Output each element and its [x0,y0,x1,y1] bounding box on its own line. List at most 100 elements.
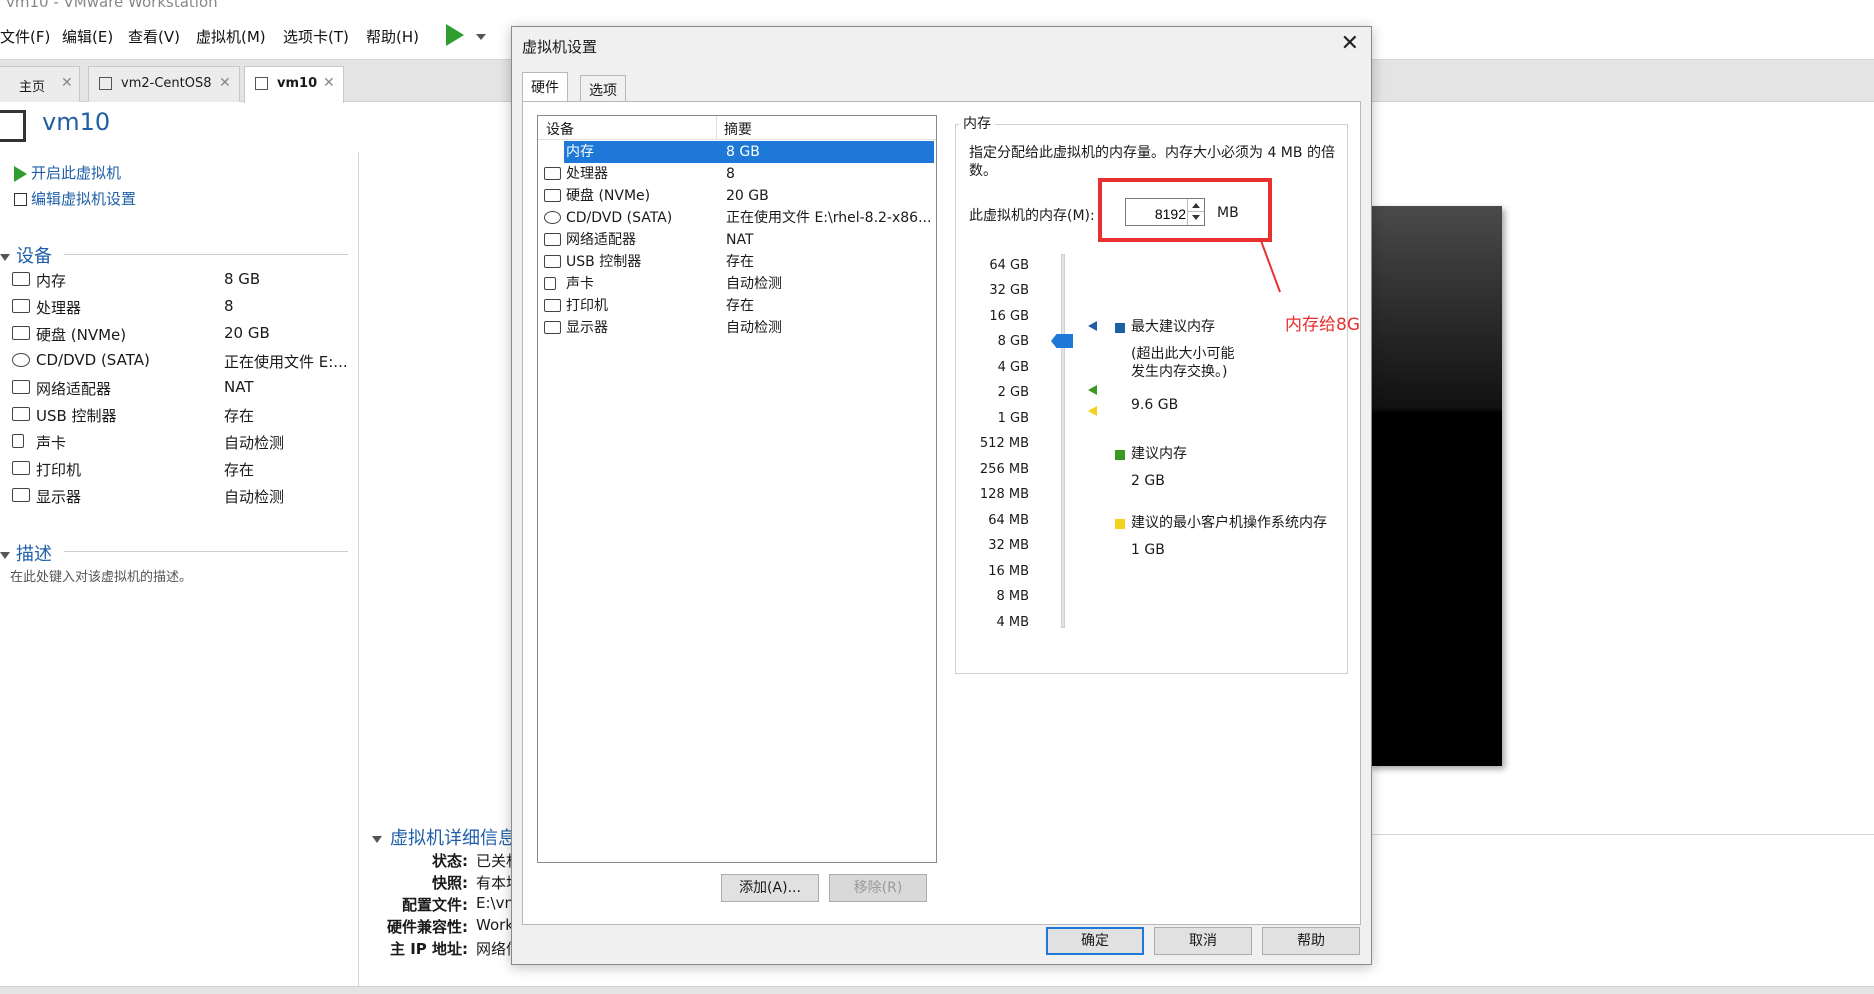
sound-icon [12,434,24,448]
close-icon[interactable]: ✕ [1341,31,1359,56]
description-placeholder[interactable]: 在此处键入对该虚拟机的描述。 [10,566,192,585]
tab-vm10[interactable]: vm10 ✕ [244,66,344,103]
close-icon[interactable]: ✕ [219,75,231,91]
device-value: 存在 [224,407,255,425]
list-row-usb[interactable]: USB 控制器 存在 [540,251,934,273]
scale-label: 4 GB [997,360,1029,375]
device-list[interactable]: 设备 摘要 内存 8 GB 处理器 8 硬盘 (NVMe) 20 GB CD/D… [537,115,937,863]
device-row-display[interactable]: 显示器 自动检测 [12,484,348,508]
max-legend-swatch [1115,323,1125,333]
collapse-icon [372,835,382,843]
menu-file[interactable]: 文件(F) [0,26,50,47]
column-summary[interactable]: 摘要 [724,119,752,139]
device-name: 处理器 [36,299,82,317]
list-row-display[interactable]: 显示器 自动检测 [540,317,934,339]
column-device[interactable]: 设备 [546,119,574,139]
device-name: 内存 [36,272,67,290]
cancel-button[interactable]: 取消 [1154,927,1252,955]
annotation-highlight-box [1098,178,1272,242]
device-list-header: 设备 摘要 [538,116,936,140]
vm-details-header[interactable]: 虚拟机详细信息 [372,824,516,850]
rec-legend-title: 建议内存 [1131,446,1187,462]
menu-vm[interactable]: 虚拟机(M) [196,26,266,47]
menu-help[interactable]: 帮助(H) [366,26,419,47]
devices-section-header[interactable]: 设备 [0,242,348,268]
vm-icon [255,77,268,90]
usb-icon [544,255,561,268]
power-on-vm-link[interactable]: 开启此虚拟机 [14,162,121,183]
list-row-sound[interactable]: 声卡 自动检测 [540,273,934,295]
min-legend-title: 建议的最小客户机操作系统内存 [1131,515,1327,531]
device-row-network[interactable]: 网络适配器 NAT [12,376,348,400]
close-icon[interactable]: ✕ [323,75,335,91]
device-row-printer[interactable]: 打印机 存在 [12,457,348,481]
vm-settings-dialog: 虚拟机设置 ✕ 硬件 选项 设备 摘要 内存 8 GB 处理器 8 硬盘 (NV… [511,26,1372,965]
max-legend-value: 9.6 GB [1131,397,1179,413]
list-row-name: 打印机 [566,298,608,314]
list-row-cpu[interactable]: 处理器 8 [540,163,934,185]
rec-legend-value: 2 GB [1131,473,1165,489]
menu-edit[interactable]: 编辑(E) [62,26,113,47]
list-row-network[interactable]: 网络适配器 NAT [540,229,934,251]
list-row-memory[interactable]: 内存 8 GB [540,141,934,163]
usb-icon [12,407,30,421]
tab-hardware[interactable]: 硬件 [522,72,568,102]
list-row-value: NAT [726,232,754,248]
memory-group-title: 内存 [959,113,995,133]
list-row-value: 20 GB [726,188,769,204]
menu-tabs[interactable]: 选项卡(T) [283,26,349,47]
scale-label: 64 MB [988,513,1029,528]
detail-label: 硬件兼容性: [387,918,468,936]
memory-description: 指定分配给此虚拟机的内存量。内存大小必须为 4 MB 的倍数。 [969,145,1335,179]
vm-icon [99,77,112,90]
status-bar [0,986,1874,994]
scale-label: 32 MB [988,538,1029,553]
scale-label: 16 GB [989,309,1029,324]
device-row-cd[interactable]: CD/DVD (SATA) 正在使用文件 E:... [12,349,348,373]
device-row-memory[interactable]: 内存 8 GB [12,268,348,292]
disk-icon [12,326,30,340]
device-name: 声卡 [36,434,67,452]
cpu-icon [12,299,30,313]
close-icon[interactable]: ✕ [61,75,73,91]
play-dropdown-icon[interactable] [476,34,486,40]
collapse-icon [0,551,10,559]
display-icon [12,488,30,502]
device-row-usb[interactable]: USB 控制器 存在 [12,403,348,427]
vm-preview-thumbnail[interactable] [1368,206,1502,766]
play-icon [14,165,27,182]
help-button[interactable]: 帮助 [1262,927,1360,955]
memory-field-label: 此虚拟机的内存(M): [969,208,1095,224]
tab-home[interactable]: 主页 ✕ [0,66,80,102]
device-value: 自动检测 [224,488,285,506]
device-value: NAT [224,378,254,396]
list-row-name: 显示器 [566,320,608,336]
scale-label: 16 MB [988,564,1029,579]
list-row-disk[interactable]: 硬盘 (NVMe) 20 GB [540,185,934,207]
list-row-cd[interactable]: CD/DVD (SATA) 正在使用文件 E:\rhel-8.2-x86... [540,207,934,229]
device-row-sound[interactable]: 声卡 自动检测 [12,430,348,454]
memory-slider-track[interactable] [1061,254,1065,628]
tab-options[interactable]: 选项 [580,75,626,101]
device-value: 自动检测 [224,434,285,452]
ok-button[interactable]: 确定 [1046,927,1144,955]
device-row-disk[interactable]: 硬盘 (NVMe) 20 GB [12,322,348,346]
list-row-printer[interactable]: 打印机 存在 [540,295,934,317]
network-icon [544,233,561,246]
list-row-value: 自动检测 [726,320,782,336]
tab-vm2-centos8[interactable]: vm2-CentOS8 ✕ [88,66,240,102]
list-row-name: 内存 [564,141,718,163]
memory-icon [12,272,30,286]
edit-vm-settings-link[interactable]: 编辑虚拟机设置 [14,188,136,209]
column-separator [716,116,717,140]
menu-view[interactable]: 查看(V) [128,26,180,47]
memory-icon [544,145,561,158]
list-row-value: 自动检测 [726,276,782,292]
power-on-label: 开启此虚拟机 [31,164,122,182]
play-icon[interactable] [446,24,464,46]
device-value: 8 GB [224,270,261,288]
description-section-header[interactable]: 描述 [0,540,348,566]
device-row-cpu[interactable]: 处理器 8 [12,295,348,319]
remove-device-button[interactable]: 移除(R) [829,874,927,902]
add-device-button[interactable]: 添加(A)... [721,874,819,902]
